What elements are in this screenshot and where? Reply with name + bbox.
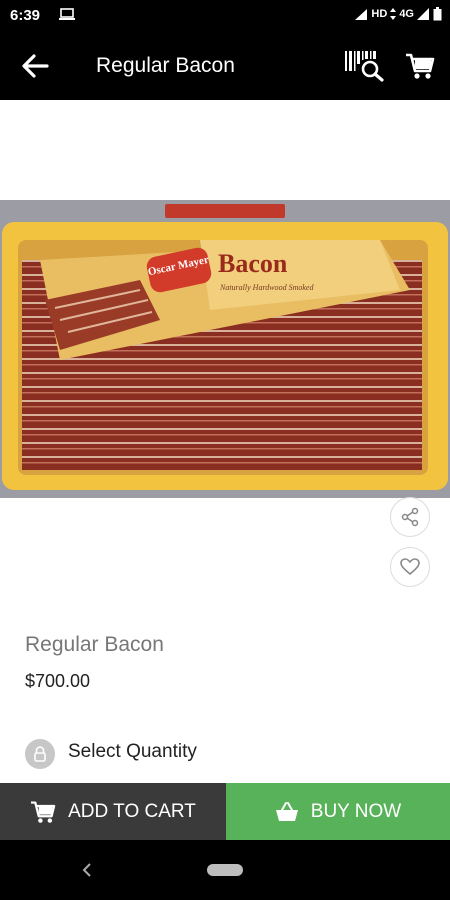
select-quantity-label[interactable]: Select Quantity	[68, 741, 197, 763]
network-type-label: 4G	[399, 8, 414, 20]
status-bar: 6:39 HD 4G	[0, 0, 450, 30]
buy-now-label: BUY NOW	[310, 800, 402, 822]
action-bar: ADD TO CART BUY NOW	[0, 783, 450, 840]
package-title: Bacon	[218, 249, 288, 278]
page-title: Regular Bacon	[96, 54, 235, 77]
data-arrows-icon	[390, 8, 397, 20]
lock-icon	[25, 739, 55, 769]
favorite-button[interactable]	[390, 547, 430, 587]
cart-icon	[31, 800, 56, 823]
cart-icon	[406, 53, 435, 79]
app-bar: Regular Bacon	[0, 30, 450, 100]
bacon-package-illustration: Oscar Mayer Bacon Naturally Hardwood Smo…	[0, 200, 450, 498]
basket-icon	[275, 801, 298, 821]
barcode-search-button[interactable]	[343, 48, 385, 82]
network-label: HD	[371, 8, 388, 20]
signal-bars-icon	[417, 7, 429, 20]
add-to-cart-label: ADD TO CART	[68, 800, 196, 822]
cart-button[interactable]	[405, 52, 435, 80]
buy-now-button[interactable]: BUY NOW	[226, 783, 450, 840]
status-time: 6:39	[10, 7, 41, 24]
battery-icon	[433, 7, 442, 21]
product-image: Oscar Mayer Bacon Naturally Hardwood Smo…	[0, 200, 450, 498]
heart-icon	[400, 558, 420, 576]
share-button[interactable]	[390, 497, 430, 537]
back-button[interactable]	[20, 51, 50, 81]
package-subtitle: Naturally Hardwood Smoked	[219, 283, 314, 292]
chevron-left-icon	[82, 863, 91, 877]
back-arrow-icon	[22, 54, 49, 78]
product-price: $700.00	[25, 671, 91, 691]
nav-home-pill[interactable]	[207, 864, 243, 876]
barcode-search-icon	[345, 51, 384, 82]
system-nav-bar	[0, 840, 450, 900]
status-indicators: HD 4G	[354, 7, 442, 21]
nav-back-button[interactable]	[79, 860, 95, 880]
product-name: Regular Bacon	[25, 633, 164, 656]
laptop-icon	[58, 8, 76, 26]
add-to-cart-button[interactable]: ADD TO CART	[0, 783, 226, 840]
share-icon	[401, 507, 419, 527]
signal-icon	[355, 8, 368, 20]
